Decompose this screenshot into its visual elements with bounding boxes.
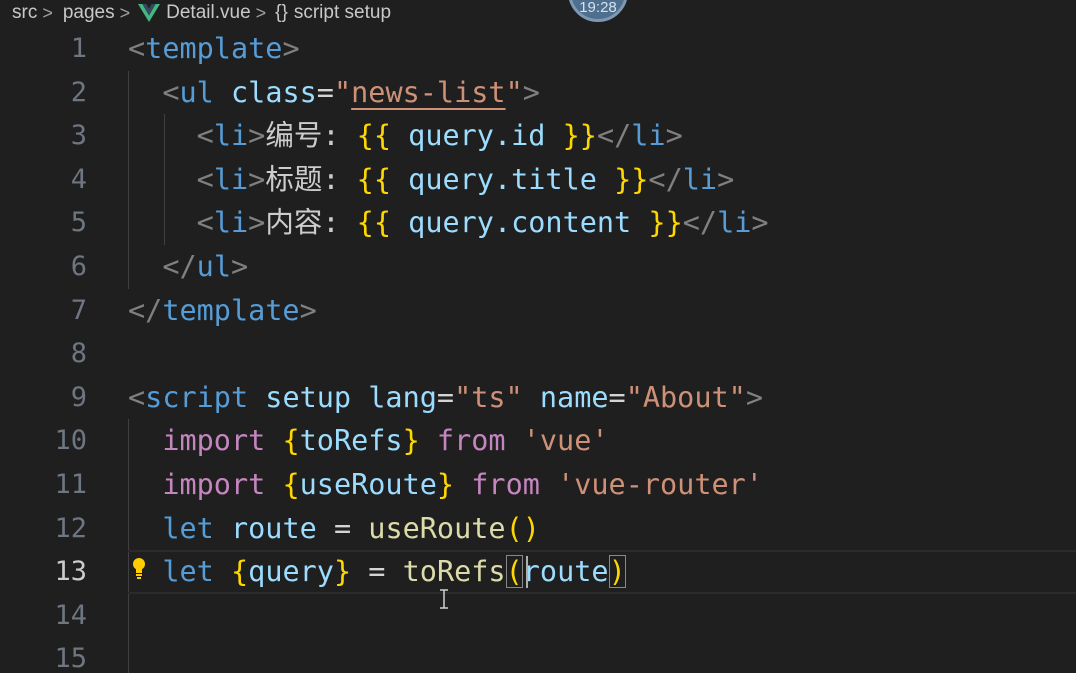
- code-text[interactable]: let route = useRoute(): [128, 507, 540, 551]
- code-line[interactable]: 6 </ul>: [0, 245, 1076, 289]
- code-line[interactable]: 12 let route = useRoute(): [0, 507, 1076, 551]
- text-cursor-icon: [440, 589, 448, 609]
- line-number: 7: [70, 294, 87, 326]
- code-line[interactable]: 2 <ul class="news-list">: [0, 71, 1076, 115]
- chevron-right-icon: >: [119, 2, 131, 23]
- code-line[interactable]: 9 <script setup lang="ts" name="About">: [0, 376, 1076, 420]
- text-cursor: [526, 556, 528, 589]
- line-number: 2: [70, 76, 87, 108]
- code-text[interactable]: <li>标题: {{ query.title }}</li>: [128, 158, 735, 202]
- code-editor[interactable]: 1 <template> 2 <ul class="news-list"> 3 …: [0, 27, 1076, 673]
- code-line[interactable]: 10 import {toRefs} from 'vue': [0, 419, 1076, 463]
- breadcrumb-file[interactable]: Detail.vue: [160, 2, 253, 24]
- code-line[interactable]: 3 <li>编号: {{ query.id }}</li>: [0, 114, 1076, 158]
- code-line[interactable]: 11 import {useRoute} from 'vue-router': [0, 463, 1076, 507]
- code-line[interactable]: 7 </template>: [0, 289, 1076, 333]
- code-text[interactable]: </template>: [128, 289, 317, 333]
- code-text[interactable]: <li>编号: {{ query.id }}</li>: [128, 114, 683, 158]
- line-number: 5: [70, 207, 87, 239]
- vue-icon: [138, 4, 161, 22]
- code-line[interactable]: 8: [0, 332, 1076, 376]
- line-number: 8: [70, 338, 87, 370]
- code-text[interactable]: <script setup lang="ts" name="About">: [128, 376, 763, 420]
- code-line[interactable]: 5 <li>内容: {{ query.content }}</li>: [0, 201, 1076, 245]
- line-number: 11: [54, 469, 87, 500]
- chevron-right-icon: >: [255, 2, 267, 23]
- line-number: 9: [70, 381, 87, 413]
- code-text[interactable]: </ul>: [128, 245, 248, 289]
- code-line[interactable]: 1 <template>: [0, 27, 1076, 71]
- code-line[interactable]: 15: [0, 637, 1076, 673]
- line-number: 3: [70, 120, 87, 152]
- chevron-right-icon: >: [42, 2, 53, 23]
- breadcrumb-pages[interactable]: pages: [53, 2, 117, 24]
- line-number: 1: [70, 33, 87, 64]
- line-number: 14: [54, 599, 87, 631]
- braces-icon: {}: [275, 2, 288, 23]
- breadcrumb-symbol[interactable]: script setup: [288, 2, 393, 24]
- code-text[interactable]: <li>内容: {{ query.content }}</li>: [128, 201, 769, 245]
- breadcrumb: src > pages > Detail.vue > {} script set…: [0, 0, 1076, 26]
- line-number: 6: [70, 251, 87, 282]
- code-line[interactable]: 4 <li>标题: {{ query.title }}</li>: [0, 158, 1076, 202]
- code-text[interactable]: <template>: [128, 27, 300, 71]
- code-line-current[interactable]: 13 let {query} = toRefs(route): [0, 550, 1076, 594]
- line-number: 12: [54, 512, 87, 544]
- code-text[interactable]: import {toRefs} from 'vue': [128, 419, 608, 463]
- line-number: 13: [54, 556, 87, 588]
- line-number: 4: [70, 163, 87, 195]
- line-number: 10: [54, 425, 87, 457]
- breadcrumb-src[interactable]: src: [0, 2, 39, 24]
- code-text[interactable]: <ul class="news-list">: [128, 71, 540, 115]
- line-number: 15: [54, 643, 87, 673]
- code-line[interactable]: 14: [0, 594, 1076, 638]
- code-text[interactable]: import {useRoute} from 'vue-router': [128, 463, 763, 507]
- code-text[interactable]: let {query} = toRefs(route): [128, 550, 626, 594]
